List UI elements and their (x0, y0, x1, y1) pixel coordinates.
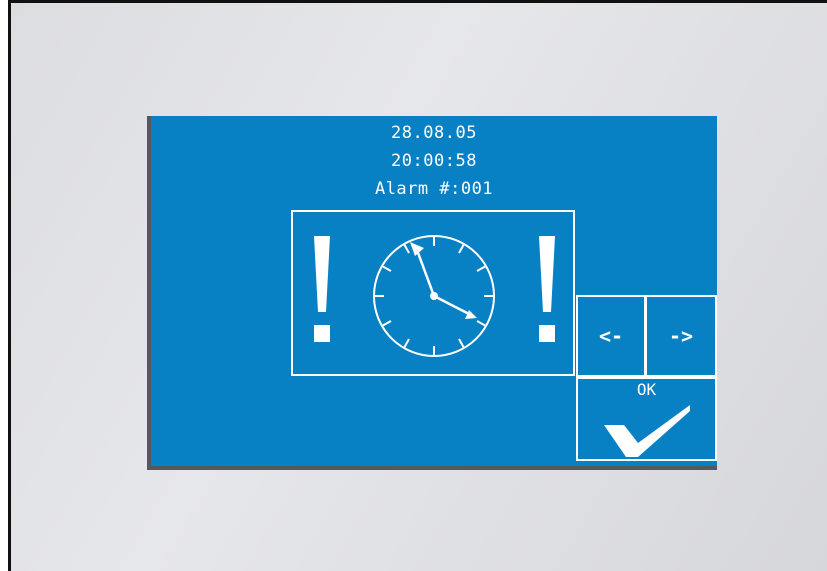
alarm-date: 28.08.05 (391, 123, 477, 143)
alarm-panel (291, 210, 575, 376)
display-screen: 28.08.05 20:00:58 Alarm #:001 <- -> OK (147, 116, 717, 470)
ok-button[interactable]: OK (576, 377, 717, 461)
previous-alarm-button[interactable]: <- (576, 295, 646, 377)
alarm-time: 20:00:58 (391, 151, 477, 171)
exclamation-icon (314, 236, 330, 342)
alarm-number: Alarm #:001 (374, 179, 494, 199)
hmi-device-bezel: 28.08.05 20:00:58 Alarm #:001 <- -> OK (8, 0, 827, 571)
clock-icon (373, 235, 495, 357)
exclamation-icon (539, 236, 555, 342)
ok-label: OK (636, 380, 657, 399)
prev-arrow-label: <- (598, 324, 624, 348)
next-arrow-label: -> (668, 324, 694, 348)
next-alarm-button[interactable]: -> (645, 295, 717, 377)
checkmark-icon (604, 405, 690, 457)
